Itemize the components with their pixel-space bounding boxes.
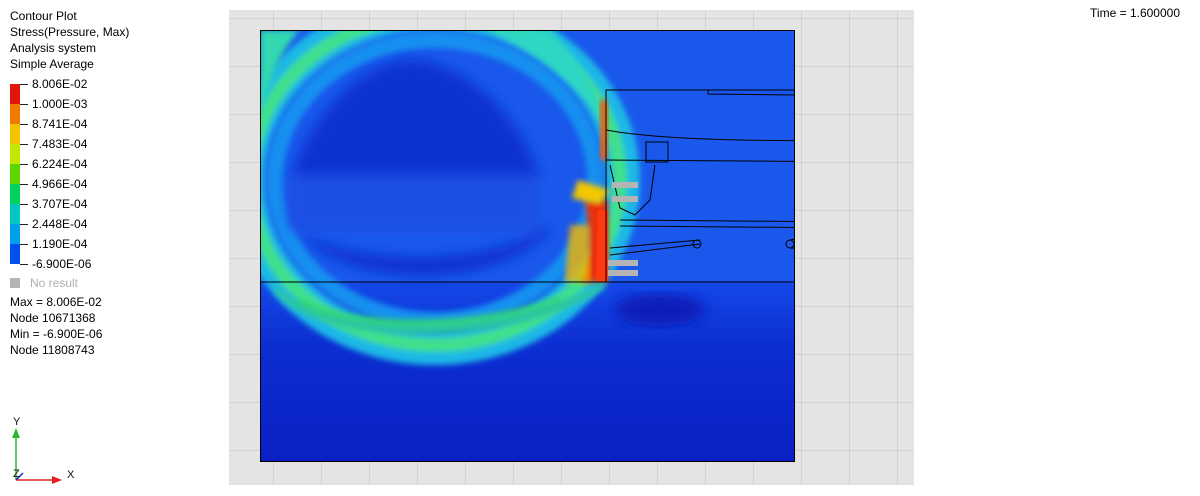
legend-color-band — [10, 164, 20, 184]
legend-tick — [20, 264, 28, 265]
legend-tick — [20, 84, 28, 85]
legend-tick — [20, 244, 28, 245]
min-node: Node 11808743 — [10, 343, 95, 357]
x-axis-label: X — [67, 469, 75, 481]
legend-level-label: 8.741E-04 — [32, 117, 88, 131]
legend-tick — [20, 224, 28, 225]
legend-color-band — [10, 224, 20, 244]
legend-level-label: 6.224E-04 — [32, 157, 88, 171]
legend-level-label: 1.000E-03 — [32, 97, 88, 111]
z-axis-label: Z — [13, 468, 20, 480]
legend-level-label: 1.190E-04 — [32, 237, 88, 251]
min-value: Min = -6.900E-06 — [10, 327, 103, 341]
legend-color-band — [10, 204, 20, 224]
legend-tick — [20, 104, 28, 105]
legend-level-label: 7.483E-04 — [32, 137, 88, 151]
max-node: Node 10671368 — [10, 311, 96, 325]
no-result-swatch — [10, 278, 20, 288]
no-result-entry: No result — [10, 276, 78, 290]
legend-tick — [20, 164, 28, 165]
legend-averaging: Simple Average — [10, 57, 94, 71]
legend-color-band — [10, 244, 20, 264]
legend-color-band — [10, 104, 20, 124]
legend-color-band — [10, 84, 20, 104]
legend-level-label: 3.707E-04 — [32, 197, 88, 211]
legend-tick — [20, 184, 28, 185]
legend-system: Analysis system — [10, 41, 97, 55]
legend-color-band — [10, 124, 20, 144]
legend-color-band — [10, 184, 20, 204]
low-pressure-patch — [615, 294, 705, 326]
legend-level-label: 4.966E-04 — [32, 177, 88, 191]
legend-tick — [20, 124, 28, 125]
y-axis-label: Y — [13, 416, 21, 428]
legend-tick — [20, 204, 28, 205]
legend-header: Contour Plot Stress(Pressure, Max) Analy… — [10, 8, 129, 72]
contour-model[interactable] — [260, 30, 795, 462]
max-value: Max = 8.006E-02 — [10, 295, 102, 309]
legend-result-type: Stress(Pressure, Max) — [10, 25, 130, 39]
no-result-label: No result — [30, 276, 79, 290]
legend-level-label: 8.006E-02 — [32, 77, 88, 91]
legend-color-band — [10, 144, 20, 164]
result-stats: Max = 8.006E-02 Node 10671368 Min = -6.9… — [10, 294, 102, 358]
contour-legend[interactable]: 8.006E-02 1.000E-03 8.741E-04 7.483E-04 6.22… — [10, 78, 91, 270]
time-readout: Time = 1.600000 — [1090, 6, 1180, 20]
legend-level-label: 2.448E-04 — [32, 217, 88, 231]
legend-title: Contour Plot — [10, 9, 77, 23]
legend-tick — [20, 144, 28, 145]
legend-level-label: -6.900E-06 — [32, 257, 92, 271]
